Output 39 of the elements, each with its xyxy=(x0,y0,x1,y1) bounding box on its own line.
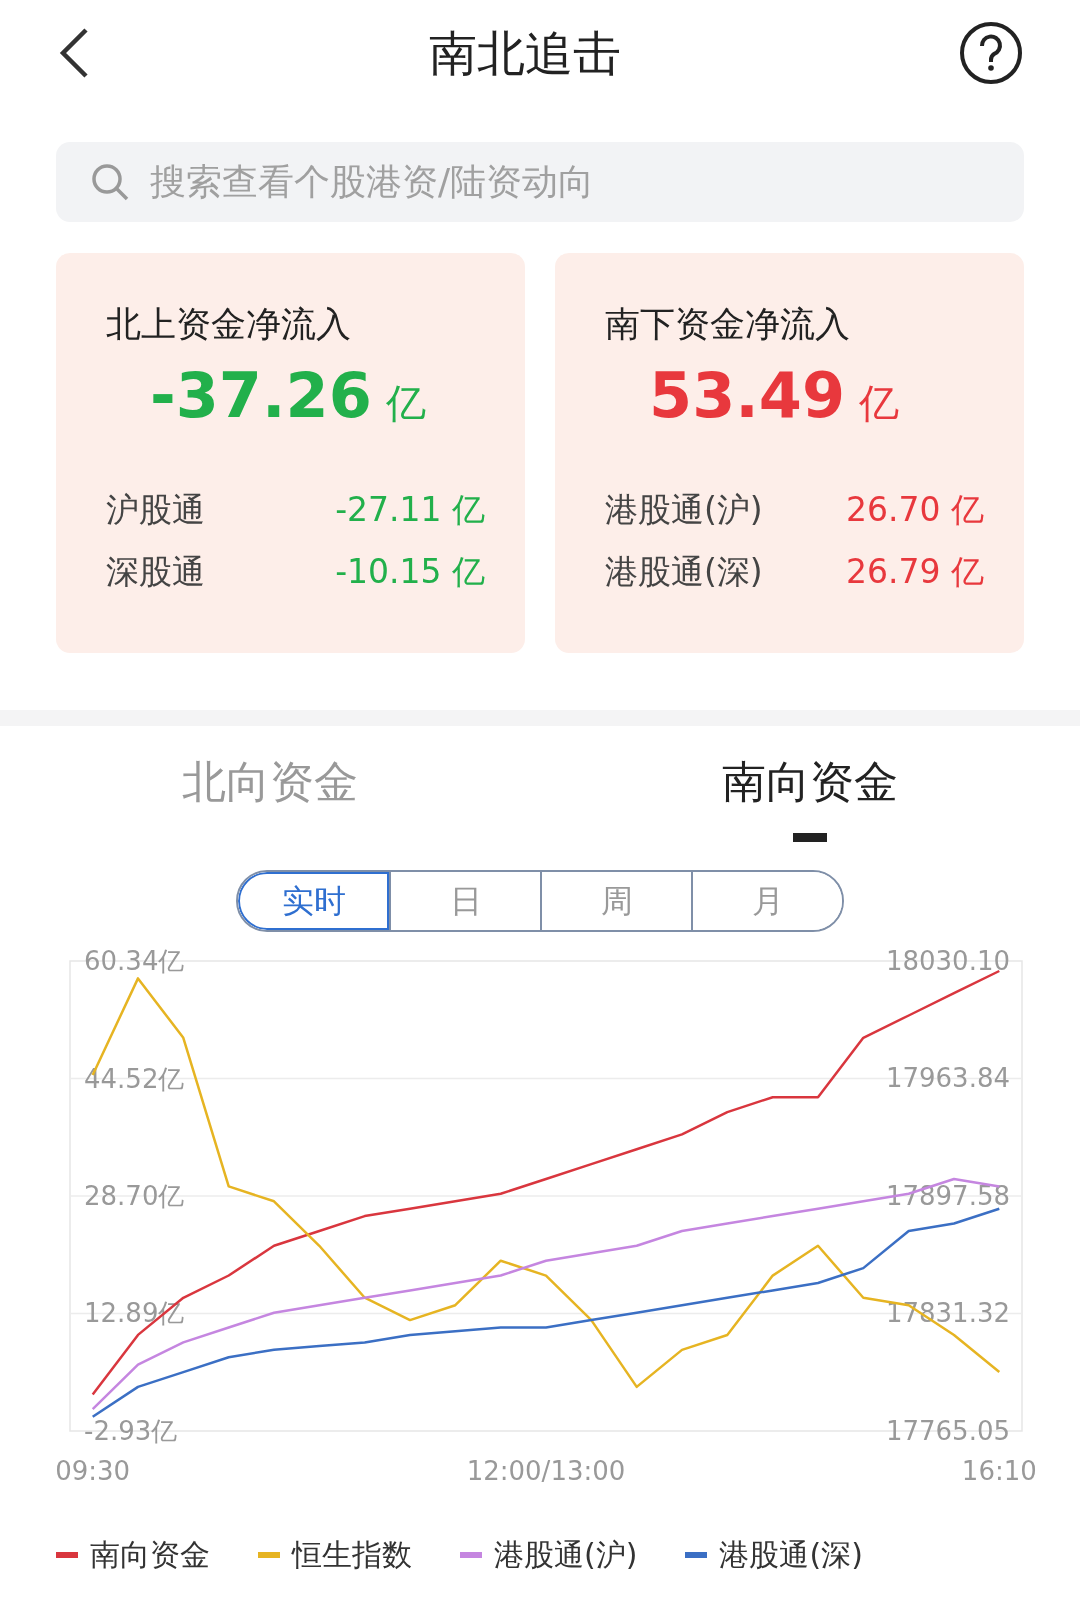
net-flow-value: 53.49 xyxy=(649,365,846,427)
search-icon xyxy=(90,162,130,202)
legend-label: 恒生指数 xyxy=(292,1536,412,1574)
x-axis-label: 09:30 xyxy=(55,1455,131,1488)
channel-value: 26.70 亿 xyxy=(846,489,984,532)
x-axis-label: 16:10 xyxy=(961,1455,1037,1488)
channel-value: -10.15 亿 xyxy=(335,551,485,594)
card-title: 北上资金净流入 xyxy=(106,303,351,345)
y-axis-label: -2.93亿 xyxy=(84,1416,178,1446)
net-flow-value: -37.26 xyxy=(150,365,372,427)
legend-label: 港股通(深) xyxy=(719,1536,863,1574)
y-axis-label: 44.52亿 xyxy=(84,1063,185,1094)
period-tab[interactable]: 实时 xyxy=(238,872,389,930)
flow-tab[interactable]: 南向资金 xyxy=(722,756,898,842)
back-icon[interactable] xyxy=(58,26,90,79)
search-input[interactable]: 搜索查看个股港资/陆资动向 xyxy=(150,155,990,209)
y-axis-label: 17897.58 xyxy=(885,1181,1010,1211)
page-title: 南北追击 xyxy=(429,23,621,83)
x-axis-label: 12:00/13:00 xyxy=(466,1455,626,1488)
unit-label: 亿 xyxy=(385,383,426,423)
channel-label: 港股通(深) xyxy=(605,551,763,594)
period-tab[interactable]: 月 xyxy=(691,872,842,930)
legend-label: 港股通(沪) xyxy=(494,1536,638,1574)
channel-label: 深股通 xyxy=(106,551,205,594)
y-axis-label: 28.70亿 xyxy=(84,1181,185,1212)
search-field[interactable]: 搜索查看个股港资/陆资动向 xyxy=(56,142,1024,222)
y-axis-label: 17963.84 xyxy=(885,1063,1010,1094)
help-icon[interactable] xyxy=(960,21,1022,84)
card-title: 南下资金净流入 xyxy=(605,303,850,345)
y-axis-label: 60.34亿 xyxy=(84,946,185,976)
channel-value: 26.79 亿 xyxy=(846,551,984,594)
channel-label: 港股通(沪) xyxy=(605,489,763,532)
y-axis-label: 18030.10 xyxy=(885,946,1010,976)
flow-tab[interactable]: 北向资金 xyxy=(182,756,358,842)
legend-label: 南向资金 xyxy=(90,1536,210,1574)
channel-label: 沪股通 xyxy=(106,489,205,532)
channel-value: -27.11 亿 xyxy=(335,489,485,532)
y-axis-label: 17765.05 xyxy=(885,1416,1010,1446)
unit-label: 亿 xyxy=(859,383,900,423)
